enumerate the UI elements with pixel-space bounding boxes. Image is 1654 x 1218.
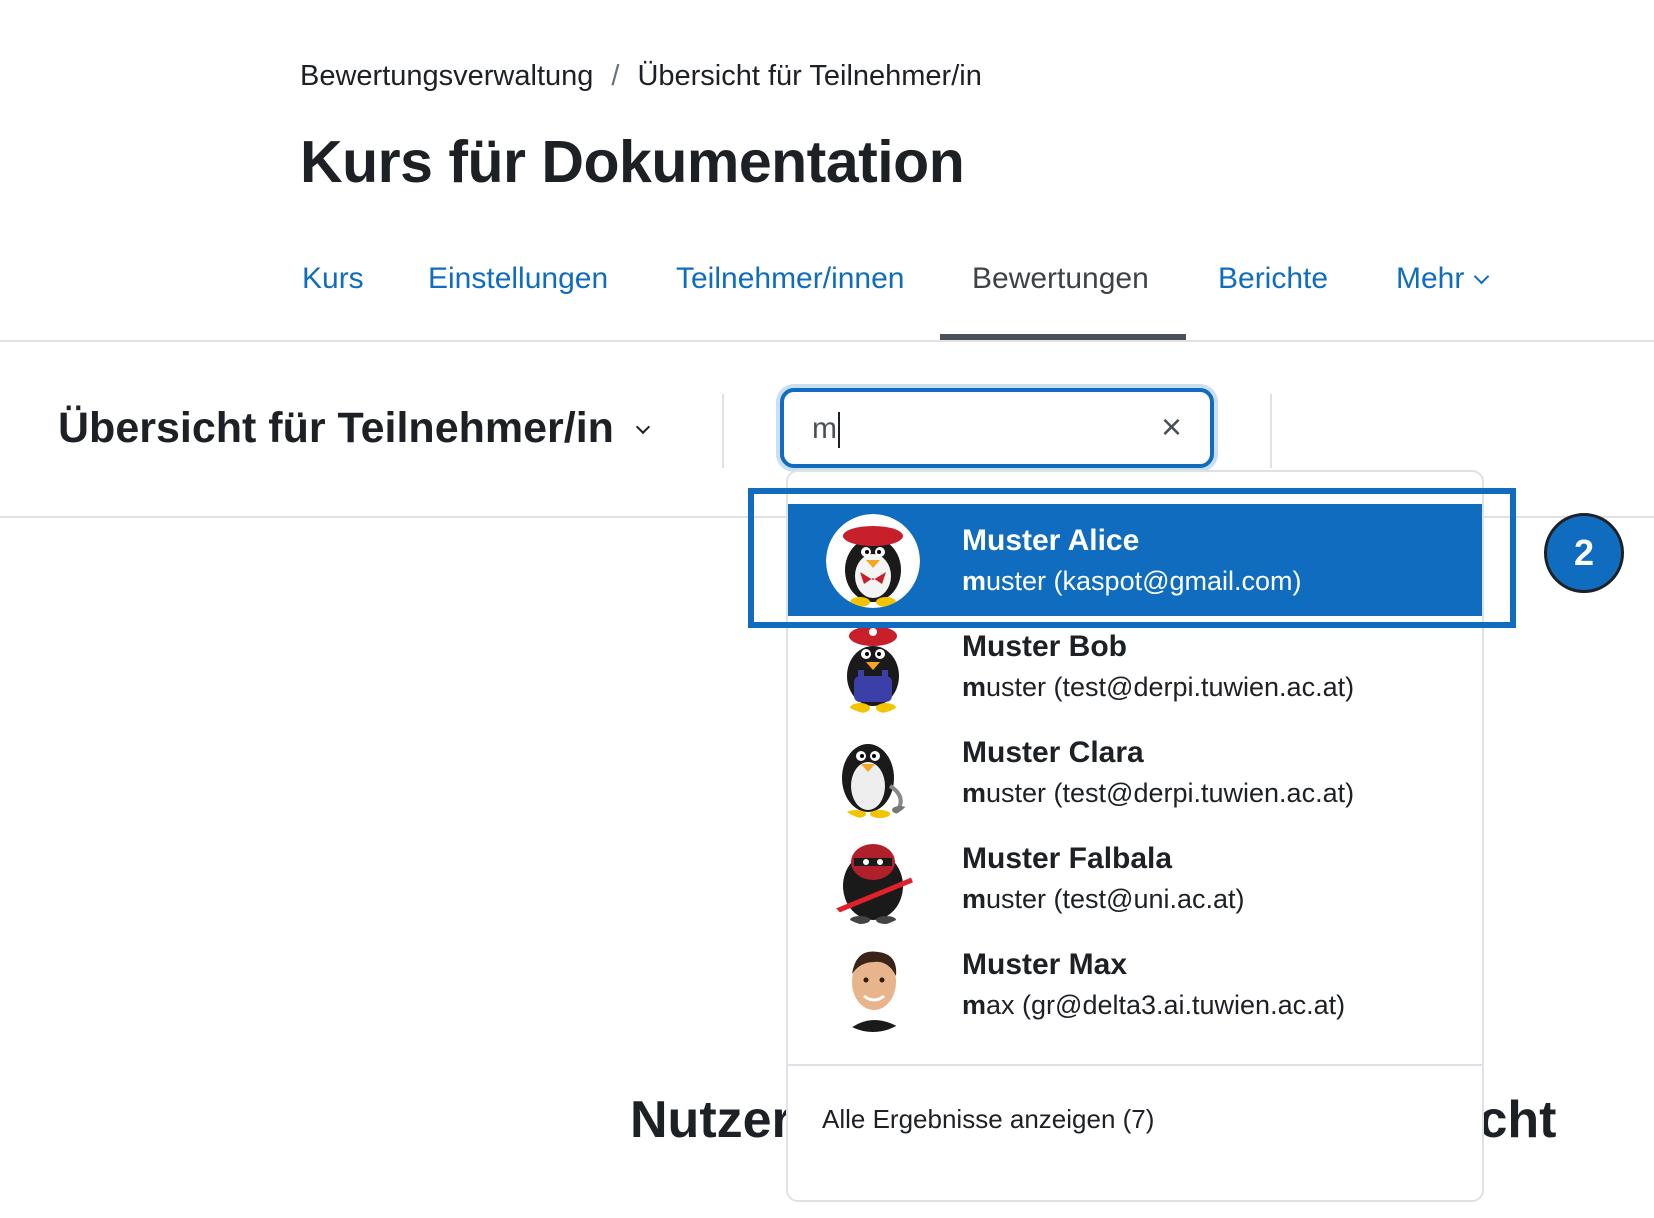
report-selector[interactable]: Übersicht für Teilnehmer/in [58, 404, 650, 453]
match-highlight: m [962, 884, 987, 914]
text-caret [838, 412, 840, 448]
result-detail-rest: ax (gr@delta3.ai.tuwien.ac.at) [986, 990, 1346, 1020]
result-detail-rest: uster (test@derpi.tuwien.ac.at) [986, 778, 1355, 808]
dropdown-divider [788, 1064, 1482, 1066]
chevron-down-icon [1474, 268, 1490, 285]
toolbar-divider [1270, 394, 1272, 468]
step-number-badge: 2 [1544, 513, 1624, 593]
breadcrumb: Bewertungsverwaltung / Übersicht für Tei… [300, 60, 982, 93]
page-title: Kurs für Dokumentation [300, 129, 965, 195]
toolbar-divider [722, 394, 724, 468]
result-detail: max (gr@delta3.ai.tuwien.ac.at) [962, 990, 1345, 1021]
close-icon[interactable]: × [1161, 406, 1182, 448]
chevron-down-icon [635, 419, 650, 434]
tab-berichte[interactable]: Berichte [1218, 262, 1328, 296]
tab-einstellungen[interactable]: Einstellungen [428, 262, 608, 296]
result-name: Muster Max [962, 948, 1128, 981]
course-nav: Kurs Einstellungen Teilnehmer/innen Bewe… [0, 250, 1654, 342]
result-name: Muster Falbala [962, 842, 1173, 875]
match-highlight: m [962, 672, 987, 702]
result-detail: muster (test@derpi.tuwien.ac.at) [962, 778, 1354, 809]
breadcrumb-separator: / [611, 60, 620, 92]
result-name: Muster Clara [962, 736, 1144, 769]
result-name: Muster Bob [962, 630, 1127, 663]
tab-mehr-label: Mehr [1396, 262, 1465, 295]
tab-kurs[interactable]: Kurs [302, 262, 364, 296]
result-detail: muster (test@derpi.tuwien.ac.at) [962, 672, 1354, 703]
result-item-falbala[interactable]: Muster Falbala muster (test@uni.ac.at) [788, 822, 1482, 934]
search-value: m [812, 412, 837, 445]
penguin-ninja-avatar [826, 832, 920, 926]
result-item-clara[interactable]: Muster Clara muster (test@derpi.tuwien.a… [788, 716, 1482, 828]
result-detail: muster (test@uni.ac.at) [962, 884, 1245, 915]
result-item-max[interactable]: Muster Max max (gr@delta3.ai.tuwien.ac.a… [788, 928, 1482, 1040]
penguin-classic-avatar [826, 726, 920, 820]
match-highlight: m [962, 778, 987, 808]
report-selector-label: Übersicht für Teilnehmer/in [58, 404, 614, 452]
tab-mehr[interactable]: Mehr [1396, 262, 1490, 296]
annotation-highlight-box [748, 488, 1516, 628]
match-highlight: m [962, 990, 987, 1020]
result-detail-rest: uster (test@derpi.tuwien.ac.at) [986, 672, 1355, 702]
user-search-input[interactable]: m × [780, 388, 1214, 468]
breadcrumb-item-user-report: Übersicht für Teilnehmer/in [637, 60, 982, 92]
penguin-plumber-avatar [826, 620, 920, 714]
tab-bewertungen[interactable]: Bewertungen [972, 262, 1149, 296]
person-photo-avatar [826, 938, 920, 1032]
result-detail-rest: uster (test@uni.ac.at) [986, 884, 1245, 914]
tab-teilnehmer[interactable]: Teilnehmer/innen [676, 262, 904, 296]
breadcrumb-item-grades[interactable]: Bewertungsverwaltung [300, 60, 593, 93]
show-all-results-link[interactable]: Alle Ergebnisse anzeigen (7) [822, 1104, 1154, 1135]
active-tab-indicator [940, 334, 1186, 340]
background-heading-left: Nutzer [630, 1091, 792, 1149]
